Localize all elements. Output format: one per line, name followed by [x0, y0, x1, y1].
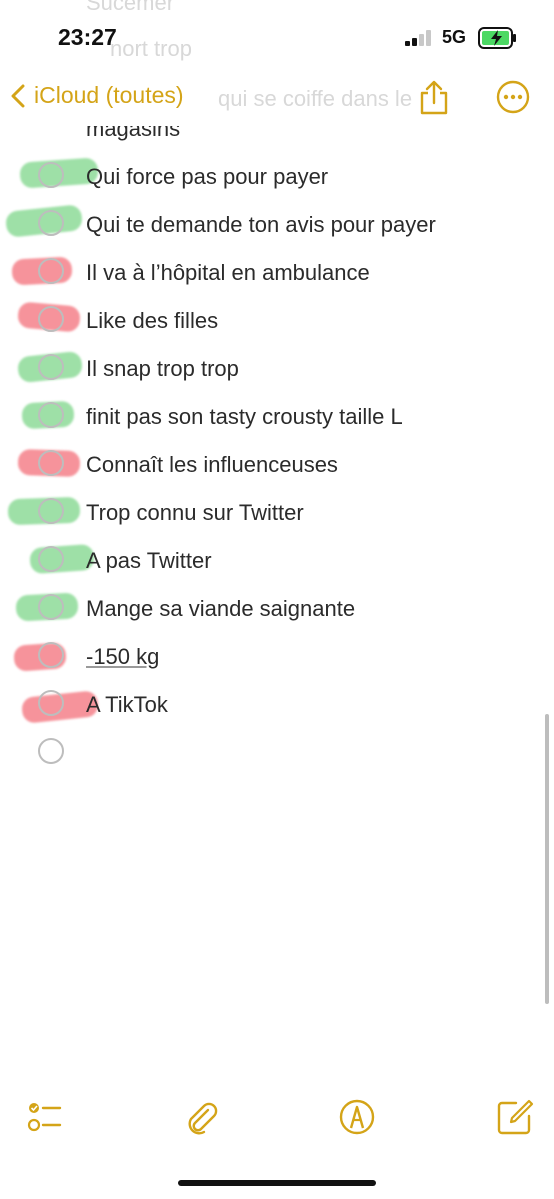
list-item: A TikTok: [0, 680, 554, 728]
item-label[interactable]: finit pas son tasty crousty taille L: [86, 404, 403, 430]
more-options-icon[interactable]: [496, 80, 530, 114]
chevron-left-icon: [11, 84, 25, 107]
checkbox[interactable]: [38, 354, 64, 380]
item-label[interactable]: Il va à l’hôpital en ambulance: [86, 260, 370, 286]
list-item-empty: [0, 728, 554, 776]
list-item: Trop connu sur Twitter: [0, 488, 554, 536]
markup-pen-icon[interactable]: [338, 1098, 376, 1136]
checkbox[interactable]: [38, 738, 64, 764]
list-item: -150 kg: [0, 632, 554, 680]
signal-icon: [405, 30, 431, 46]
item-label[interactable]: Trop connu sur Twitter: [86, 500, 304, 526]
item-label[interactable]: Il snap trop trop: [86, 356, 239, 382]
checkbox[interactable]: [38, 258, 64, 284]
checkbox[interactable]: [38, 162, 64, 188]
checkbox[interactable]: [38, 210, 64, 236]
checkbox[interactable]: [38, 450, 64, 476]
battery-charging-icon: [478, 27, 516, 49]
paperclip-icon[interactable]: [182, 1098, 220, 1136]
list-item: Like des filles: [0, 296, 554, 344]
item-label[interactable]: Like des filles: [86, 308, 218, 334]
list-item: Il va à l’hôpital en ambulance: [0, 248, 554, 296]
bottom-toolbar: [0, 1098, 554, 1148]
item-label[interactable]: A pas Twitter: [86, 548, 212, 574]
checkbox[interactable]: [38, 306, 64, 332]
item-label[interactable]: Qui force pas pour payer: [86, 164, 328, 190]
status-bar: 23:27 5G: [0, 0, 554, 75]
list-item: Mange sa viande saignante: [0, 584, 554, 632]
scrollbar[interactable]: [545, 714, 549, 1004]
list-item: Qui force pas pour payer: [0, 152, 554, 200]
list-item: Il snap trop trop: [0, 344, 554, 392]
item-label[interactable]: Qui te demande ton avis pour payer: [86, 212, 436, 238]
back-label: iCloud (toutes): [34, 82, 184, 108]
item-label[interactable]: A TikTok: [86, 692, 168, 718]
checkbox[interactable]: [38, 642, 64, 668]
list-item: Qui te demande ton avis pour payer: [0, 200, 554, 248]
item-label[interactable]: Mange sa viande saignante: [86, 596, 355, 622]
list-item: A pas Twitter: [0, 536, 554, 584]
status-time: 23:27: [58, 24, 117, 50]
checkbox[interactable]: [38, 498, 64, 524]
checkbox[interactable]: [38, 402, 64, 428]
compose-icon[interactable]: [496, 1098, 534, 1136]
nav-bar: iCloud (toutes): [0, 78, 554, 122]
item-label[interactable]: Connaît les influenceuses: [86, 452, 338, 478]
checklist-icon[interactable]: [26, 1098, 64, 1136]
checkbox[interactable]: [38, 690, 64, 716]
list-item: finit pas son tasty crousty taille L: [0, 392, 554, 440]
checkbox[interactable]: [38, 546, 64, 572]
back-button[interactable]: iCloud (toutes): [10, 82, 184, 109]
network-label: 5G: [442, 27, 467, 47]
list-item: Connaît les influenceuses: [0, 440, 554, 488]
item-label[interactable]: -150 kg: [86, 644, 159, 670]
checkbox[interactable]: [38, 594, 64, 620]
home-indicator[interactable]: [178, 1180, 376, 1186]
share-icon[interactable]: [418, 80, 450, 116]
